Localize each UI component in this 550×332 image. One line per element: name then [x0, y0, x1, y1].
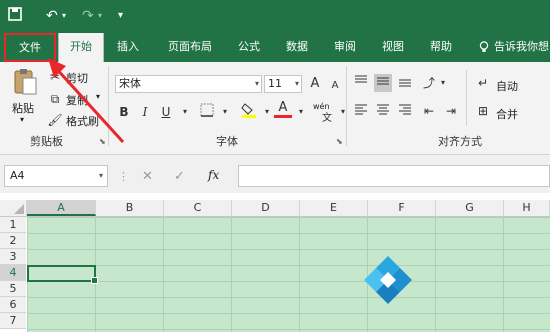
paste-button[interactable]: 粘贴 [12, 100, 34, 116]
formula-bar-divider-icon: ⋮ [118, 170, 129, 183]
tab-view[interactable]: 视图 [372, 33, 414, 62]
column-header-b[interactable]: B [96, 200, 164, 216]
italic-button[interactable]: I [136, 103, 154, 121]
wrap-text-icon[interactable]: ↵ [474, 74, 492, 92]
customize-icon[interactable]: ▾ [118, 7, 123, 25]
watermark-logo-icon [364, 256, 412, 304]
row-header-6[interactable]: 6 [0, 297, 26, 313]
tab-page-layout[interactable]: 页面布局 [158, 33, 222, 62]
merge-center-button[interactable]: 合并 [496, 106, 518, 122]
font-launcher-icon[interactable]: ⬊ [336, 137, 343, 146]
fill-color-icon[interactable] [240, 101, 258, 119]
phonetic-dropdown-icon[interactable]: ▾ [334, 103, 352, 121]
group-divider [346, 66, 347, 146]
tab-formulas[interactable]: 公式 [228, 33, 270, 62]
insert-function-icon[interactable]: fx [208, 168, 219, 182]
orientation-dropdown-icon[interactable]: ▾ [434, 74, 452, 92]
chevron-down-icon[interactable]: ▾ [99, 166, 103, 186]
fill-handle[interactable] [91, 277, 98, 284]
undo-dropdown-icon[interactable]: ▾ [62, 7, 66, 25]
column-header-g[interactable]: G [436, 200, 504, 216]
font-name-select[interactable]: 宋体 ▾ [115, 75, 262, 93]
group-divider [466, 70, 467, 126]
paste-icon[interactable] [12, 68, 38, 99]
redo-icon[interactable]: ↷ [82, 7, 94, 25]
select-all-corner[interactable] [0, 200, 27, 216]
shrink-font-icon[interactable]: A [326, 77, 344, 95]
tab-data[interactable]: 数据 [276, 33, 318, 62]
tab-review[interactable]: 审阅 [324, 33, 366, 62]
redo-dropdown-icon[interactable]: ▾ [98, 7, 102, 25]
row-header-3[interactable]: 3 [0, 249, 26, 265]
font-size-select[interactable]: 11 ▾ [264, 75, 302, 93]
row-header-2[interactable]: 2 [0, 233, 26, 249]
formula-input[interactable] [238, 165, 550, 187]
grow-font-icon[interactable]: A [306, 75, 324, 93]
align-left-icon[interactable] [352, 102, 370, 120]
chevron-down-icon: ▾ [294, 79, 299, 88]
cell-grid[interactable] [27, 217, 550, 332]
align-middle-icon[interactable] [374, 74, 392, 92]
column-header-a[interactable]: A [27, 200, 96, 216]
underline-button[interactable]: U [157, 103, 175, 121]
merge-center-icon[interactable]: ⊞ [474, 102, 492, 120]
align-center-icon[interactable] [374, 102, 392, 120]
lightbulb-icon [478, 33, 490, 62]
cancel-icon[interactable]: ✕ [142, 169, 153, 184]
underline-dropdown-icon[interactable]: ▾ [176, 103, 194, 121]
row-header-5[interactable]: 5 [0, 281, 26, 297]
border-icon[interactable] [198, 103, 216, 121]
tell-me-search[interactable]: 告诉我你想 [494, 33, 550, 62]
paste-dropdown-icon[interactable]: ▾ [20, 115, 24, 124]
wrap-text-button[interactable]: 自动 [496, 78, 518, 94]
align-bottom-icon[interactable] [396, 74, 414, 92]
row-header-7[interactable]: 7 [0, 313, 26, 329]
name-box[interactable]: A4 ▾ [4, 165, 108, 187]
save-icon[interactable] [8, 7, 22, 26]
column-header-d[interactable]: D [232, 200, 300, 216]
increase-indent-icon[interactable]: ⇥ [442, 102, 460, 120]
font-group-label: 字体 [216, 135, 238, 148]
column-header-f[interactable]: F [368, 200, 436, 216]
undo-icon[interactable]: ↶ [46, 7, 58, 25]
column-header-h[interactable]: H [504, 200, 550, 216]
chevron-down-icon: ▾ [254, 79, 259, 88]
name-box-value: A4 [10, 169, 25, 182]
active-cell-a4[interactable] [27, 265, 98, 284]
align-top-icon[interactable] [352, 74, 370, 92]
annotation-arrow-icon [48, 58, 125, 144]
alignment-group-label: 对齐方式 [438, 135, 482, 148]
enter-icon[interactable]: ✓ [174, 169, 185, 184]
column-header-e[interactable]: E [300, 200, 368, 216]
font-size-value: 11 [268, 77, 282, 90]
row-header-1[interactable]: 1 [0, 217, 26, 233]
title-bar: ↶ ▾ ↷ ▾ ▾ [0, 0, 550, 33]
tab-help[interactable]: 帮助 [420, 33, 462, 62]
font-color-dropdown-icon[interactable]: ▾ [292, 103, 310, 121]
column-header-c[interactable]: C [164, 200, 232, 216]
decrease-indent-icon[interactable]: ⇤ [420, 102, 438, 120]
row-header-4[interactable]: 4 [0, 265, 26, 281]
font-color-icon[interactable]: A [274, 99, 292, 118]
align-right-icon[interactable] [396, 102, 414, 120]
border-dropdown-icon[interactable]: ▾ [216, 103, 234, 121]
